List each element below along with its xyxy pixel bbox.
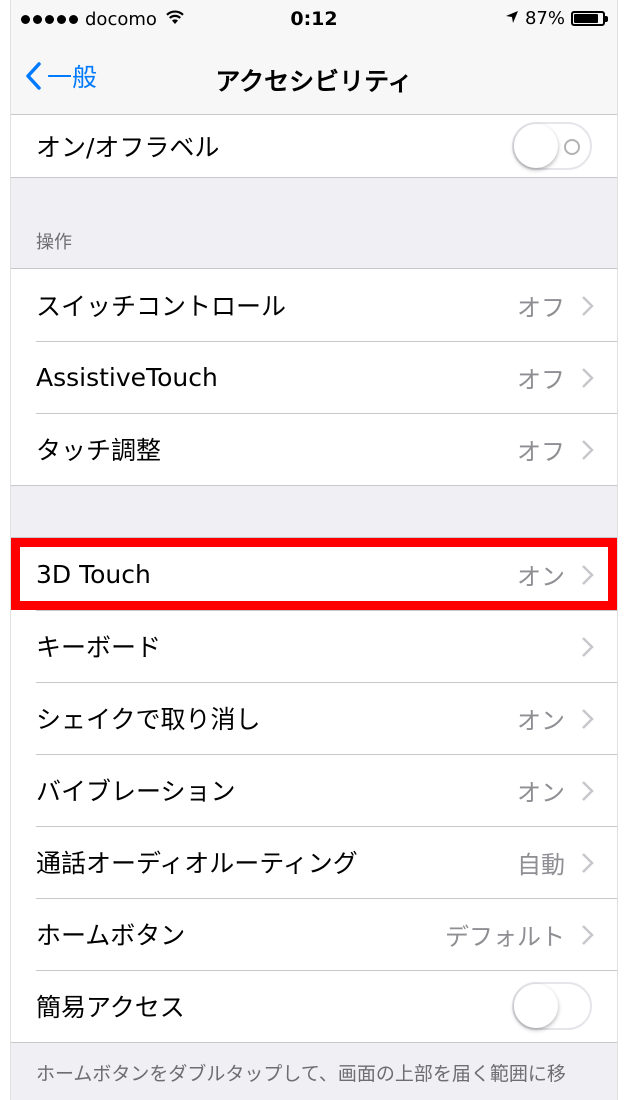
chevron-right-icon [582,440,594,460]
battery-level [574,14,599,23]
toggle-knob [514,124,558,168]
row-label: 簡易アクセス [36,993,185,1022]
row-shake-to-undo[interactable]: シェイクで取り消し オン [11,682,617,754]
chevron-right-icon [582,637,594,657]
row-touch-accommodations[interactable]: タッチ調整 オフ [11,413,617,485]
battery-icon [571,11,608,26]
row-value: オフ [517,437,565,466]
row-label: キーボード [36,633,162,662]
row-value: 自動 [517,850,565,879]
row-vibration[interactable]: バイブレーション オン [11,754,617,826]
row-switch-control[interactable]: スイッチコントロール オフ [11,269,617,341]
row-label: ホームボタン [36,921,186,950]
navigation-bar: 一般 アクセシビリティ [11,40,617,115]
status-right: 87% [505,8,608,29]
chevron-right-icon [582,781,594,801]
control-group: スイッチコントロール オフ AssistiveTouch オフ タッチ調整 オフ [11,268,617,486]
chevron-right-icon [582,296,594,316]
reachability-footer-note: ホームボタンをダブルタップして、画面の上部を届く範囲に移 [36,1063,566,1085]
battery-percent: 87% [524,8,565,29]
row-onoff-labels[interactable]: オン/オフラベル [11,115,617,177]
row-3d-touch[interactable]: 3D Touch オン [11,538,617,610]
off-label-icon [564,139,580,155]
chevron-right-icon [582,853,594,873]
settings-list: オン/オフラベル 操作 スイッチコントロール オフ AssistiveTouch… [11,115,617,1086]
row-label: スイッチコントロール [36,292,287,321]
row-label: タッチ調整 [36,436,162,465]
row-label: シェイクで取り消し [36,705,261,734]
labels-group: オン/オフラベル [11,115,617,178]
row-label: AssistiveTouch [36,362,218,392]
chevron-right-icon [582,368,594,388]
page-title: アクセシビリティ [215,67,413,96]
chevron-right-icon [582,565,594,585]
row-call-audio-routing[interactable]: 通話オーディオルーティング 自動 [11,826,617,898]
row-label: 通話オーディオルーティング [36,849,358,878]
onoff-labels-toggle[interactable] [512,122,592,170]
row-value: オン [517,778,565,807]
phone-screen: docomo 0:12 87% 一般 アクセシビリティ オン/オフラベル 操作 … [11,0,617,1100]
row-keyboard[interactable]: キーボード [11,610,617,682]
row-home-button[interactable]: ホームボタン デフォルト [11,898,617,970]
row-value: オン [517,562,565,591]
toggle-knob [514,984,558,1028]
reachability-toggle[interactable] [512,982,592,1030]
row-label: バイブレーション [36,777,236,806]
touch-group: 3D Touch オン キーボード シェイクで取り消し オン バイブレーション … [11,537,617,1043]
location-arrow-icon [505,8,519,29]
row-value: オン [517,706,565,735]
chevron-right-icon [582,925,594,945]
row-label: 3D Touch [36,559,151,589]
status-bar: docomo 0:12 87% [11,0,617,40]
row-value: オフ [517,293,565,322]
section-header-text: 操作 [36,232,72,253]
row-value: オフ [517,365,565,394]
row-assistivetouch[interactable]: AssistiveTouch オフ [11,341,617,413]
row-reachability[interactable]: 簡易アクセス [11,970,617,1042]
row-label: オン/オフラベル [36,133,220,162]
section-header-control: 操作 [11,178,617,268]
chevron-right-icon [582,709,594,729]
row-value: デフォルト [445,922,565,951]
